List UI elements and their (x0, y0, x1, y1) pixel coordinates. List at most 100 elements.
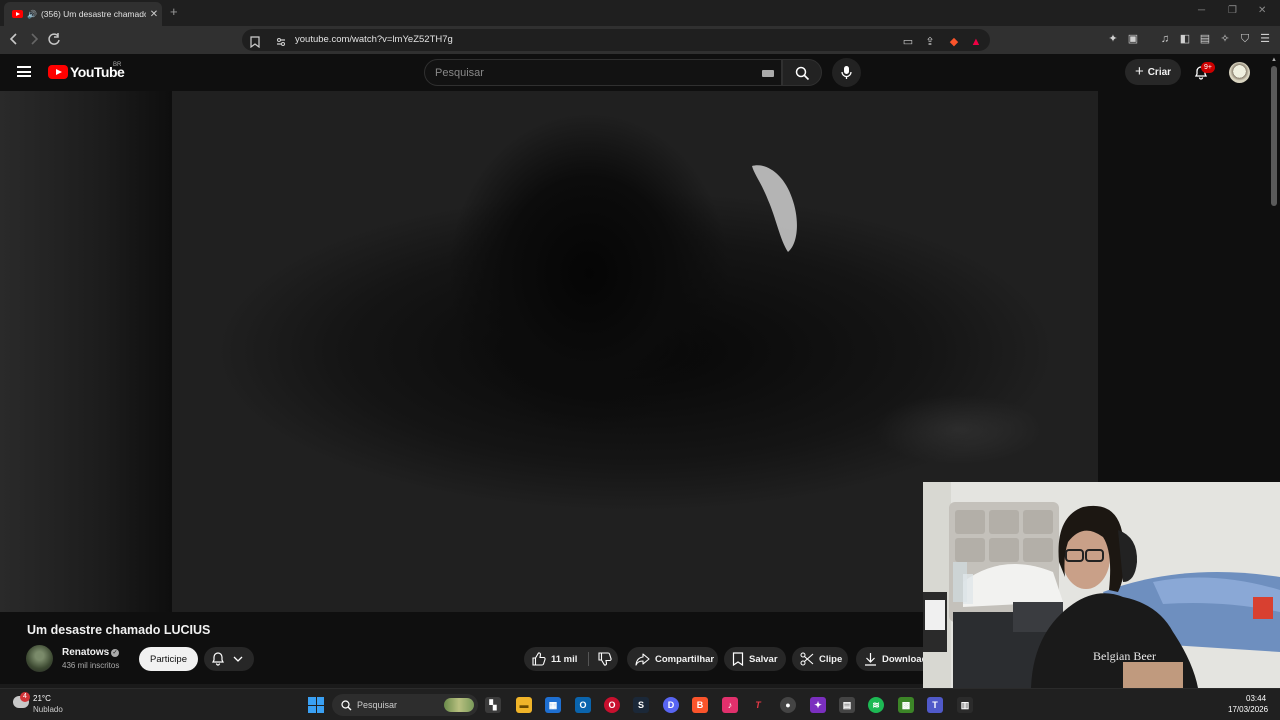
brave-shields-icon[interactable]: ◆ (948, 36, 960, 48)
bell-icon (212, 652, 224, 666)
join-button[interactable]: Participe (139, 647, 198, 671)
microsoft-store-icon[interactable]: ▦ (545, 697, 561, 713)
account-avatar[interactable] (1229, 62, 1250, 83)
subscription-notifications-button[interactable] (204, 647, 254, 671)
tiktok-app-icon[interactable]: ♪ (722, 697, 738, 713)
taskbar-search-label: Pesquisar (357, 700, 398, 710)
extensions-icon[interactable]: ✦ (1107, 33, 1119, 45)
like-button[interactable]: 11 mil (532, 652, 577, 666)
download-label: Download (882, 653, 923, 665)
subscriber-count: 436 mil inscritos (62, 661, 120, 670)
new-tab-icon[interactable]: + (170, 4, 178, 19)
weather-badge: 4 (20, 692, 30, 702)
sidebar-icon[interactable]: ◧ (1179, 33, 1191, 45)
media-icon[interactable]: ♫ (1159, 33, 1171, 45)
eye-reflection-highlight (752, 165, 797, 252)
utility-app-icon[interactable]: ▤ (839, 697, 855, 713)
maximize-icon[interactable]: ❐ (1228, 5, 1237, 16)
window-close-icon[interactable]: ✕ (1258, 5, 1266, 16)
search-icon (795, 66, 810, 81)
outlook-icon[interactable]: O (575, 697, 591, 713)
like-count: 11 mil (551, 653, 578, 665)
weather-temperature[interactable]: 21°C (33, 694, 51, 703)
scroll-thumb[interactable] (1271, 66, 1277, 206)
country-code: BR (113, 62, 122, 68)
discord-icon[interactable]: D (663, 697, 679, 713)
windows-start-icon[interactable] (308, 697, 324, 713)
search-input[interactable]: Pesquisar (424, 59, 782, 86)
site-settings-icon[interactable] (275, 36, 287, 48)
browser-tab[interactable]: 🔊 (356) Um desastre chamado LUCIUS - You… (4, 2, 162, 26)
guide-menu-icon[interactable] (17, 66, 31, 77)
download-icon (865, 653, 876, 666)
save-button[interactable]: Salvar (724, 647, 786, 671)
browser-tabbar: 🔊 (356) Um desastre chamado LUCIUS - You… (0, 0, 1280, 26)
channel-avatar[interactable] (26, 645, 53, 672)
search-highlight-image (444, 698, 474, 712)
menu-icon[interactable]: ☰ (1259, 33, 1271, 45)
share-page-icon[interactable]: ⇪ (924, 36, 936, 48)
search-button[interactable] (782, 59, 822, 86)
file-explorer-icon[interactable]: ▬ (516, 697, 532, 713)
browser-toolbar: youtube.com/watch?v=lmYeZ52TH7g ▭ ⇪ ◆ ▲ … (0, 26, 1280, 54)
teams-icon[interactable]: T (927, 697, 943, 713)
minimize-icon[interactable]: ─ (1198, 5, 1205, 16)
create-button[interactable]: + Criar (1125, 59, 1181, 85)
bookmark-icon[interactable] (249, 36, 261, 49)
keyboard-icon[interactable] (762, 70, 774, 77)
youtube-logo-icon[interactable] (48, 65, 68, 79)
brave-rewards-icon[interactable]: ▲ (970, 36, 982, 48)
like-dislike-segment: 11 mil (524, 647, 618, 671)
address-bar[interactable]: youtube.com/watch?v=lmYeZ52TH7g ▭ ⇪ ◆ ▲ (242, 29, 990, 51)
reload-icon[interactable] (47, 32, 61, 49)
wallet-card-icon[interactable]: ▤ (1199, 33, 1211, 45)
clock-time[interactable]: 03:44 (1246, 694, 1266, 703)
obs-studio-icon[interactable]: ● (780, 697, 796, 713)
youtube-masthead: YouTube BR Pesquisar + Criar 9+ (0, 54, 1280, 91)
tray-app-icon[interactable]: ▥ (957, 697, 973, 713)
opera-icon[interactable]: O (604, 697, 620, 713)
share-label: Compartilhar (655, 653, 715, 665)
task-view-icon[interactable]: ▚ (485, 697, 501, 713)
scroll-up-icon[interactable]: ▲ (1271, 57, 1277, 63)
taskbar-search-icon (341, 700, 352, 711)
dislike-button[interactable] (598, 652, 613, 666)
vpn-shield-icon[interactable]: ⛉ (1239, 33, 1251, 45)
notifications-badge: 9+ (1201, 62, 1215, 73)
url-text[interactable]: youtube.com/watch?v=lmYeZ52TH7g (295, 34, 453, 45)
microphone-icon (841, 66, 852, 79)
spotify-icon[interactable]: ≋ (868, 697, 884, 713)
shirt-print-text: Belgian Beer (1093, 649, 1156, 663)
taskbar-search-box[interactable]: Pesquisar (332, 694, 478, 716)
voice-search-button[interactable] (832, 58, 861, 87)
verified-badge-icon: ✓ (111, 649, 119, 657)
purple-app-icon[interactable]: ✦ (810, 697, 826, 713)
brave-browser-icon[interactable]: B (692, 697, 708, 713)
clock-date[interactable]: 17/03/2026 (1228, 705, 1268, 714)
steam-icon[interactable]: S (633, 697, 649, 713)
download-button[interactable]: Download (856, 647, 923, 671)
clip-button[interactable]: Clipe (792, 647, 848, 671)
share-button[interactable]: Compartilhar (627, 647, 718, 671)
speaker-icon[interactable]: 🔊 (27, 10, 37, 19)
windows-taskbar: 4 21°C Nublado Pesquisar ▚ ▬ ▦ O O S D B… (0, 688, 1280, 720)
wallet-icon[interactable]: ▣ (1127, 33, 1139, 45)
forward-icon[interactable] (29, 32, 39, 49)
channel-name[interactable]: Renatows (62, 647, 109, 658)
scissors-icon (800, 652, 814, 666)
back-icon[interactable] (9, 32, 19, 49)
clip-label: Clipe (819, 653, 843, 665)
leo-ai-icon[interactable]: ✧ (1219, 33, 1231, 45)
cast-icon[interactable]: ▭ (902, 36, 914, 48)
like-divider (588, 652, 590, 666)
weather-description[interactable]: Nublado (33, 705, 63, 714)
chevron-down-icon (233, 656, 243, 662)
tab-close-icon[interactable]: ✕ (146, 9, 162, 20)
tab-title: (356) Um desastre chamado LUCIUS - YouTu… (40, 9, 146, 19)
minecraft-icon[interactable]: ▩ (898, 697, 914, 713)
text-app-icon[interactable]: T (750, 697, 766, 713)
thumbs-up-icon (532, 652, 546, 666)
youtube-favicon-icon (12, 10, 23, 18)
create-label: Criar (1147, 66, 1172, 78)
streamer-webcam-image: Belgian Beer (923, 482, 1280, 688)
